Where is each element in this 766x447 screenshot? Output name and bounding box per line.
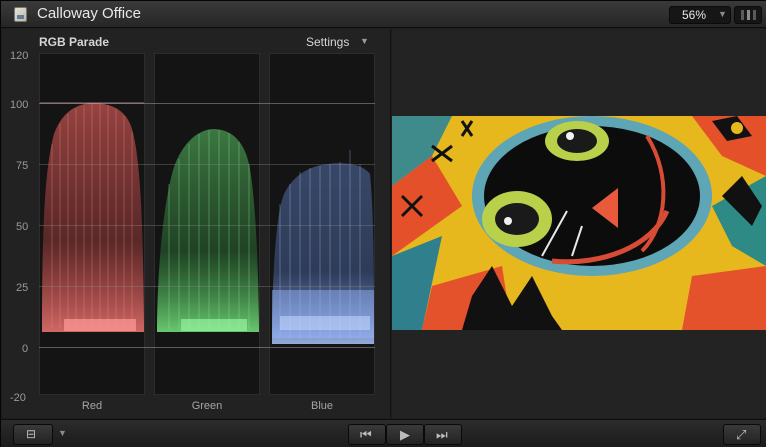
fullscreen-icon: ⤢: [736, 427, 747, 442]
channel-label-blue: Blue: [310, 400, 334, 412]
previous-frame-button[interactable]: ⏮: [348, 424, 386, 445]
axis-tick: -20: [10, 392, 26, 404]
skip-forward-icon: ⏭: [436, 427, 448, 442]
bar-icon: [753, 10, 756, 20]
title-bar: Calloway Office 56% ▼: [1, 1, 766, 28]
bar-icon: [741, 10, 744, 20]
play-button[interactable]: ▶: [386, 424, 424, 445]
layout-icon: ⊟: [26, 427, 37, 441]
cat-face-image: [392, 116, 766, 330]
gridline: [39, 286, 375, 287]
next-frame-button[interactable]: ⏭: [424, 424, 462, 445]
zoom-value: 56%: [682, 8, 707, 22]
chevron-down-icon: ▼: [58, 428, 67, 438]
bar-icon: [747, 10, 750, 20]
green-channel-waveform: [154, 53, 260, 395]
fullscreen-button[interactable]: ⤢: [723, 424, 761, 445]
red-channel-waveform: [39, 53, 145, 395]
scope-type-label: RGB Parade: [39, 35, 110, 49]
bottom-toolbar: ⊟ ▼ ⏮ ▶ ⏭ ⤢: [1, 419, 766, 447]
settings-menu[interactable]: Settings: [306, 35, 349, 49]
document-icon: [14, 7, 27, 22]
axis-tick: 120: [10, 50, 29, 62]
channel-label-red: Red: [81, 400, 103, 412]
gridline: [39, 225, 375, 226]
video-viewer[interactable]: [392, 29, 766, 418]
channel-label-green: Green: [191, 400, 223, 412]
view-options-button[interactable]: [734, 6, 762, 24]
gridline: [39, 164, 375, 165]
window-title: Calloway Office: [37, 5, 141, 22]
video-frame: [392, 116, 766, 330]
gridline: [39, 103, 375, 104]
play-icon: ▶: [400, 427, 410, 442]
layout-button[interactable]: ⊟: [13, 424, 53, 445]
chevron-down-icon: ▼: [718, 9, 727, 19]
app-window: Calloway Office 56% ▼ RGB Parade Setting…: [0, 0, 766, 447]
blue-channel-waveform: [269, 53, 375, 395]
chevron-down-icon: ▼: [360, 36, 369, 46]
gridline: [39, 347, 375, 348]
video-scope-panel: RGB Parade Settings ▼ 120 100 75 50 25 0…: [2, 29, 391, 418]
zoom-dropdown[interactable]: 56% ▼: [669, 6, 731, 24]
skip-back-icon: ⏮: [360, 427, 372, 442]
axis-tick: 100: [10, 99, 29, 111]
